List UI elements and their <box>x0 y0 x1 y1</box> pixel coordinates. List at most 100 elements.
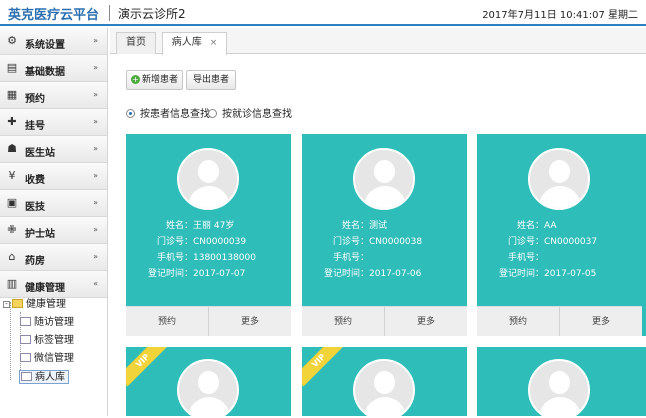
outpatient-number: CN0000038 <box>369 237 423 247</box>
chevron-down-icon: » <box>93 144 98 153</box>
patient-card[interactable]: 姓名： 王丽 47岁 门诊号： CN0000039 手机号： 13800138000 … <box>126 134 291 336</box>
tree-item-label: 微信管理 <box>34 353 74 364</box>
avatar <box>528 148 590 210</box>
search-by-visit-radio[interactable]: 按就诊信息查找 <box>208 109 292 121</box>
sidebar: ⚙ 系统设置» ▤ 基础数据» ▦ 预约» ✚ 挂号» ☗ 医生站» ¥ 收费» ▣ 医技» … <box>0 28 108 418</box>
sidebar-item-health-management[interactable]: ▥ 健康管理 « <box>0 271 107 298</box>
sidebar-item-label: 护士站 <box>25 229 55 240</box>
sidebar-item-registration[interactable]: ✚ 挂号 » <box>0 109 107 136</box>
tab-home[interactable]: 首页 <box>116 32 156 54</box>
money-icon: ¥ <box>8 169 16 182</box>
folder-icon <box>12 299 23 308</box>
close-icon[interactable]: × <box>210 38 218 48</box>
document-icon <box>20 317 31 326</box>
chevron-down-icon: » <box>93 171 98 180</box>
flask-icon: ▣ <box>6 196 18 209</box>
tree-item-label: 随访管理 <box>34 317 74 328</box>
phone-number: 13800138000 <box>193 253 256 263</box>
chevron-down-icon: » <box>93 36 98 45</box>
document-icon <box>20 335 31 344</box>
patient-card[interactable]: VIP <box>126 347 291 416</box>
avatar <box>177 148 239 210</box>
appointment-button[interactable]: 预约 <box>477 307 559 336</box>
datetime: 2017年7月11日 10:41:07 星期二 <box>482 10 638 21</box>
list-icon: ▤ <box>6 61 18 74</box>
name-label: 姓名： <box>165 221 193 231</box>
tree-item-patient-library[interactable]: 病人库 <box>19 370 69 384</box>
tab-label: 首页 <box>126 37 146 48</box>
sidebar-item-label: 医技 <box>25 202 45 213</box>
registered-date: 2017-07-07 <box>193 269 246 279</box>
sidebar-item-appointment[interactable]: ▦ 预约 » <box>0 82 107 109</box>
chevron-down-icon: » <box>93 198 98 207</box>
patient-name: 王丽 47岁 <box>193 221 235 231</box>
registered-label: 登记时间： <box>323 269 369 279</box>
sidebar-item-doctor-station[interactable]: ☗ 医生站 » <box>0 136 107 163</box>
sidebar-item-nurse-station[interactable]: ✙ 护士站 » <box>0 217 107 244</box>
patient-card[interactable] <box>477 347 646 416</box>
appointment-button[interactable]: 预约 <box>302 307 384 336</box>
brand-title: 英克医疗云平台 <box>8 8 100 23</box>
tab-label: 病人库 <box>171 37 202 48</box>
chevron-down-icon: » <box>93 63 98 72</box>
appointment-button[interactable]: 预约 <box>126 307 208 336</box>
tree-item-tags[interactable]: 标签管理 <box>20 334 74 348</box>
top-bar: 英克医疗云平台 演示云诊所2 2017年7月11日 10:41:07 星期二 <box>0 0 646 26</box>
pharmacy-icon: ⌂ <box>8 250 16 263</box>
tree-root[interactable]: - 健康管理 <box>3 298 66 312</box>
document-icon <box>20 353 31 362</box>
avatar <box>177 359 239 416</box>
header-divider <box>109 5 110 21</box>
sidebar-item-pharmacy[interactable]: ⌂ 药房 » <box>0 244 107 271</box>
registered-label: 登记时间： <box>147 269 193 279</box>
outpatient-number: CN0000037 <box>544 237 598 247</box>
patient-card[interactable]: 姓名： 测试 门诊号： CN0000038 手机号： 登记时间： 2017-07-06… <box>302 134 467 336</box>
outpatient-label: 门诊号： <box>156 237 193 247</box>
sidebar-item-system-settings[interactable]: ⚙ 系统设置 » <box>0 28 107 55</box>
add-patient-label: 新增患者 <box>141 75 178 85</box>
tree-item-followup[interactable]: 随访管理 <box>20 316 74 330</box>
patient-card[interactable]: 姓名： AA 门诊号： CN0000037 手机号： 登记时间： 2017-07-05… <box>477 134 646 336</box>
tab-patient-library[interactable]: 病人库 × <box>162 32 227 55</box>
sidebar-item-label: 基础数据 <box>25 67 65 78</box>
avatar <box>528 359 590 416</box>
radio-label: 按就诊信息查找 <box>222 109 292 120</box>
calendar-icon: ▦ <box>6 88 18 101</box>
export-patient-label: 导出患者 <box>192 75 229 85</box>
patient-info: 姓名： 王丽 47岁 门诊号： CN0000039 手机号： 13800138000 … <box>126 218 291 282</box>
phone-label: 手机号： <box>332 253 369 263</box>
name-label: 姓名： <box>516 221 544 231</box>
chevron-down-icon: » <box>93 90 98 99</box>
patient-card[interactable]: VIP <box>302 347 467 416</box>
outpatient-label: 门诊号： <box>507 237 544 247</box>
sidebar-item-charging[interactable]: ¥ 收费 » <box>0 163 107 190</box>
more-button[interactable]: 更多 <box>560 307 642 336</box>
more-button[interactable]: 更多 <box>385 307 467 336</box>
sidebar-item-label: 预约 <box>25 94 45 105</box>
sidebar-item-label: 健康管理 <box>25 283 65 294</box>
avatar <box>353 359 415 416</box>
more-button[interactable]: 更多 <box>209 307 291 336</box>
sidebar-item-label: 挂号 <box>25 121 45 132</box>
name-label: 姓名： <box>341 221 369 231</box>
chevron-down-icon: » <box>93 117 98 126</box>
tree-root-label: 健康管理 <box>26 299 66 310</box>
tree-item-wechat[interactable]: 微信管理 <box>20 352 74 366</box>
sidebar-item-basic-data[interactable]: ▤ 基础数据 » <box>0 55 107 82</box>
export-patient-button[interactable]: 导出患者 <box>186 70 236 90</box>
search-by-patient-radio[interactable]: 按患者信息查找 <box>126 109 210 121</box>
collapse-icon[interactable]: - <box>3 301 10 308</box>
card-actions: 预约 更多 <box>302 306 467 336</box>
add-patient-button[interactable]: + 新增患者 <box>126 70 183 90</box>
phone-label: 手机号： <box>507 253 544 263</box>
patient-info: 姓名： 测试 门诊号： CN0000038 手机号： 登记时间： 2017-07-06 <box>302 218 467 282</box>
nurse-icon: ✙ <box>7 223 17 236</box>
doctor-icon: ☗ <box>7 142 17 155</box>
sidebar-item-medical-tech[interactable]: ▣ 医技 » <box>0 190 107 217</box>
patient-name: 测试 <box>369 221 388 231</box>
outpatient-label: 门诊号： <box>332 237 369 247</box>
main-content: 首页 病人库 × + 新增患者 导出患者 按患者信息查找 按就诊信息查找 姓名： 王丽… <box>110 28 646 416</box>
outpatient-number: CN0000039 <box>193 237 247 247</box>
document-icon <box>21 372 32 381</box>
patient-info: 姓名： AA 门诊号： CN0000037 手机号： 登记时间： 2017-07-05 <box>477 218 642 282</box>
